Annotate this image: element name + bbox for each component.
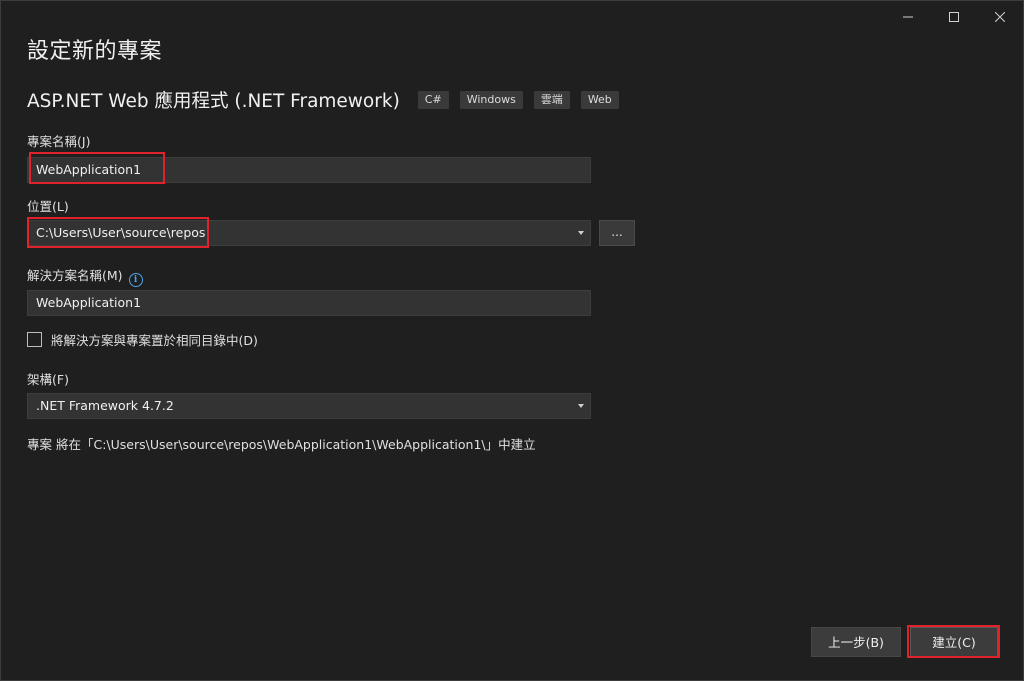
- chevron-down-icon[interactable]: [578, 231, 584, 235]
- framework-combo[interactable]: .NET Framework 4.7.2: [27, 393, 591, 419]
- back-button[interactable]: 上一步(B): [811, 627, 901, 657]
- project-name-input[interactable]: WebApplication1: [27, 157, 591, 183]
- tag-language: C#: [417, 91, 449, 109]
- tag-cloud: 雲端: [533, 91, 570, 109]
- template-name: ASP.NET Web 應用程式 (.NET Framework): [27, 91, 400, 112]
- tag-platform: Windows: [459, 91, 523, 109]
- solution-name-label-row: 解決方案名稱(M) i: [27, 265, 143, 287]
- same-directory-label: 將解決方案與專案置於相同目錄中(D): [51, 333, 258, 348]
- window-controls: [885, 1, 1023, 33]
- location-value: C:\Users\User\source\repos: [36, 225, 206, 240]
- close-icon[interactable]: [977, 1, 1023, 33]
- info-icon[interactable]: i: [128, 273, 143, 287]
- framework-value: .NET Framework 4.7.2: [36, 398, 174, 413]
- chevron-down-icon[interactable]: [578, 404, 584, 408]
- new-project-dialog: 設定新的專案 ASP.NET Web 應用程式 (.NET Framework)…: [0, 0, 1024, 681]
- maximize-icon[interactable]: [931, 1, 977, 33]
- location-label: 位置(L): [27, 199, 69, 214]
- create-button[interactable]: 建立(C): [910, 627, 998, 657]
- location-combo[interactable]: C:\Users\User\source\repos: [27, 220, 591, 246]
- tag-web: Web: [580, 91, 619, 109]
- solution-name-label: 解決方案名稱(M): [27, 268, 123, 283]
- page-title: 設定新的專案: [27, 39, 163, 64]
- template-header: ASP.NET Web 應用程式 (.NET Framework) C# Win…: [27, 87, 630, 113]
- project-path-note: 專案 將在「C:\Users\User\source\repos\WebAppl…: [27, 437, 536, 452]
- minimize-icon[interactable]: [885, 1, 931, 33]
- solution-name-input[interactable]: WebApplication1: [27, 290, 591, 316]
- same-directory-option[interactable]: 將解決方案與專案置於相同目錄中(D): [27, 330, 258, 349]
- framework-label: 架構(F): [27, 372, 69, 387]
- project-name-label: 專案名稱(J): [27, 134, 91, 149]
- browse-button[interactable]: ...: [599, 220, 635, 246]
- same-directory-checkbox[interactable]: [27, 332, 42, 347]
